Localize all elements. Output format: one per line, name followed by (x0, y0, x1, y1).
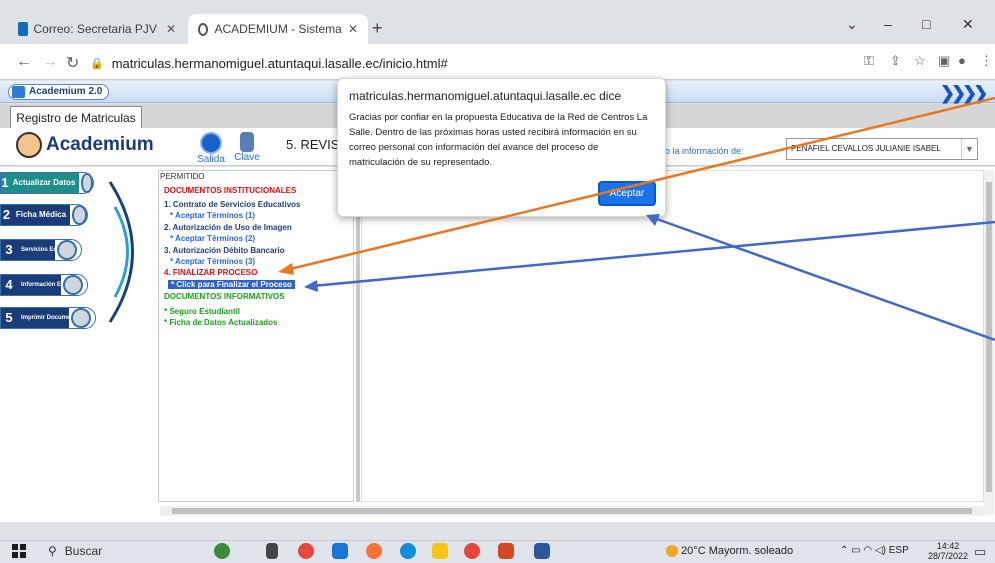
edge-icon[interactable] (400, 543, 416, 559)
volume-icon: ◁) (874, 545, 886, 556)
sun-icon (666, 545, 678, 558)
language-label: ESP (888, 545, 909, 556)
mail-icon[interactable] (332, 543, 348, 559)
weather-text: 20°C Mayorm. soleado (681, 545, 794, 557)
clock-date: 28/7/2022 (928, 551, 969, 561)
palm-tree-icon[interactable] (214, 543, 230, 559)
chrome-icon-2[interactable] (464, 543, 480, 559)
orange-arrow (285, 96, 995, 272)
blue-arrowhead-finalizar (304, 280, 318, 292)
chrome-icon[interactable] (298, 543, 314, 559)
word-icon[interactable] (534, 543, 550, 559)
notification-icon[interactable]: ▭ (974, 544, 986, 560)
windows-start-icon[interactable] (12, 544, 26, 558)
file-explorer-icon[interactable] (432, 543, 448, 559)
system-tray[interactable]: ⌃ ▭ ◠ ◁) ESP (840, 545, 909, 556)
search-label: Buscar (64, 544, 103, 558)
orange-arrowhead (278, 263, 294, 275)
clock[interactable]: 14:42 28/7/2022 (928, 541, 968, 561)
wifi-icon: ◠ (863, 545, 873, 556)
weather-widget[interactable]: 20°C Mayorm. soleado (666, 545, 794, 558)
powerpoint-icon[interactable] (498, 543, 514, 559)
task-view-icon[interactable] (266, 543, 278, 559)
firefox-icon[interactable] (366, 543, 382, 559)
blue-arrow-aceptar (653, 216, 995, 342)
battery-icon: ▭ (851, 545, 861, 556)
annotation-arrows (278, 96, 995, 342)
blue-arrow-finalizar (311, 220, 995, 288)
search-icon: ⚲ (48, 544, 57, 558)
clock-time: 14:42 (936, 541, 960, 551)
taskbar-search[interactable]: ⚲ Buscar (48, 544, 102, 558)
tray-chevron-icon: ⌃ (840, 545, 849, 556)
